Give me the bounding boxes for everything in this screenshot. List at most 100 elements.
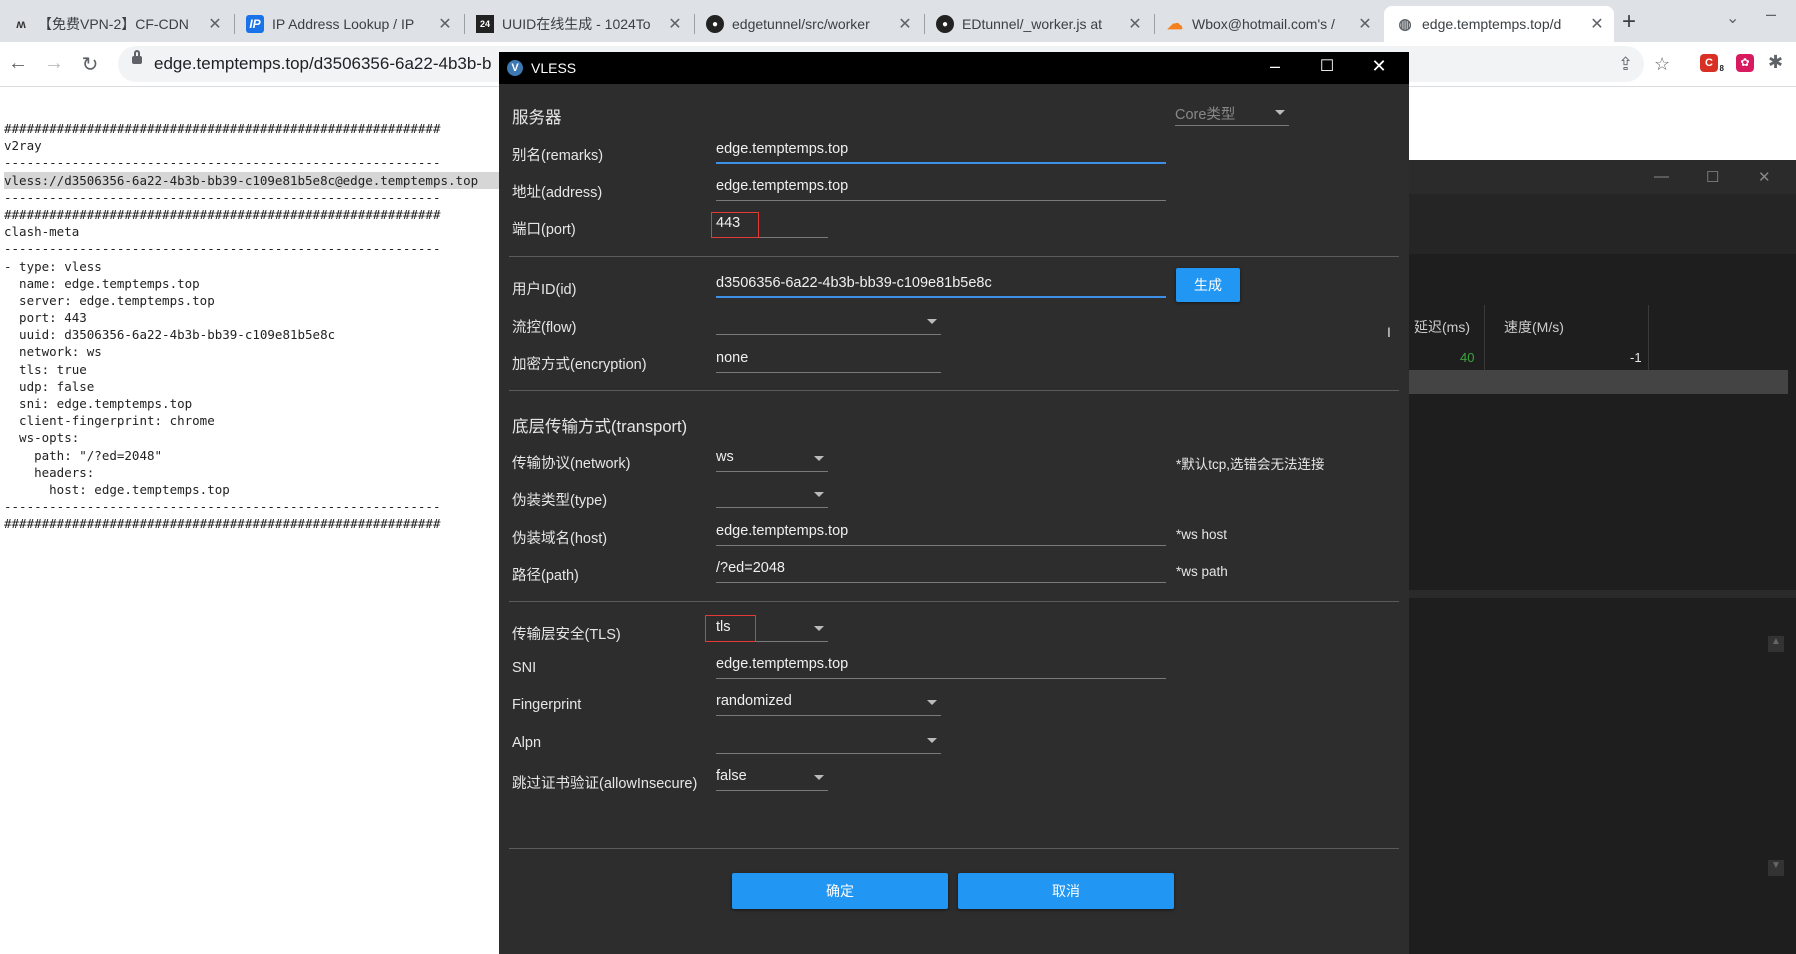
browser-tab[interactable]: 24 UUID在线生成 - 1024To ✕ [464, 6, 692, 42]
v2rayn-app-icon: V [507, 60, 523, 76]
address-label: 地址(address) [512, 185, 603, 201]
page-text-line: name: edge.temptemps.top [4, 275, 200, 291]
alpn-select[interactable] [716, 728, 941, 754]
host-field[interactable]: edge.temptemps.top [716, 520, 1166, 546]
core-type-placeholder: Core类型 [1175, 107, 1236, 123]
extension-icon[interactable]: ✿ [1736, 54, 1754, 72]
sni-field[interactable]: edge.temptemps.top [716, 653, 1166, 679]
browser-tab[interactable]: ☁ Wbox@hotmail.com's / ✕ [1154, 6, 1382, 42]
new-tab-icon[interactable]: + [1622, 8, 1636, 36]
annotation-highlight-box [711, 212, 759, 238]
dialog-title-bar: V VLESS – ☐ ✕ [499, 52, 1409, 84]
flow-select[interactable] [716, 309, 941, 335]
page-text-line: tls: true [4, 361, 87, 377]
globe-icon: ◍ [1398, 16, 1412, 33]
ok-button[interactable]: 确定 [732, 873, 948, 909]
close-icon[interactable]: ✕ [1364, 56, 1394, 77]
flow-label: 流控(flow) [512, 320, 577, 336]
close-tab-icon[interactable]: ✕ [1588, 14, 1606, 34]
close-tab-icon[interactable]: ✕ [896, 14, 914, 34]
divider [509, 601, 1399, 602]
network-hint: *默认tcp,选错会无法连接 [1176, 457, 1325, 472]
close-tab-icon[interactable]: ✕ [1126, 14, 1144, 34]
chevron-down-icon [814, 775, 824, 780]
minimize-icon[interactable]: – [1766, 4, 1776, 25]
allow-insecure-select[interactable]: false [716, 765, 828, 791]
page-text-line: vless://d3506356-6a22-4b3b-bb39-c109e81b… [4, 171, 500, 189]
path-field[interactable]: /?ed=2048 [716, 557, 1166, 583]
minimize-icon[interactable]: – [1260, 56, 1290, 77]
speed-column-header[interactable]: 速度(M/s) [1504, 317, 1564, 337]
page-text-line: ----------------------------------------… [4, 155, 441, 171]
tab-title: IP Address Lookup / IP [272, 16, 415, 32]
table-row[interactable]: 40 -1 [1408, 346, 1796, 370]
port-label: 端口(port) [512, 222, 576, 238]
address-field[interactable]: edge.temptemps.top [716, 175, 1166, 201]
share-icon[interactable]: ⇪ [1618, 54, 1633, 75]
cancel-button[interactable]: 取消 [958, 873, 1174, 909]
allow-insecure-value: false [716, 768, 747, 784]
forward-icon[interactable]: → [42, 52, 66, 75]
encryption-field[interactable]: none [716, 347, 941, 373]
fingerprint-label: Fingerprint [512, 697, 582, 713]
chevron-down-icon [814, 456, 824, 461]
maximize-icon[interactable]: ☐ [1706, 168, 1719, 186]
extension-icon[interactable]: C8 [1700, 54, 1724, 73]
tab-title: edgetunnel/src/worker [732, 16, 870, 32]
close-tab-icon[interactable]: ✕ [666, 14, 684, 34]
latency-column-header[interactable]: 延迟(ms) [1414, 317, 1470, 337]
close-tab-icon[interactable]: ✕ [1356, 14, 1374, 34]
page-text-line: ########################################… [4, 516, 441, 532]
chevron-down-icon [814, 492, 824, 497]
splitter[interactable] [1408, 590, 1796, 598]
page-text-line: - type: vless [4, 258, 102, 274]
scroll-up-icon[interactable]: ▲ [1768, 636, 1784, 652]
background-app-window: — ☐ ✕ 延迟(ms) 速度(M/s) 40 -1 ▲ ▼ [1408, 160, 1796, 954]
tab-title: Wbox@hotmail.com's / [1192, 16, 1335, 32]
url-text[interactable]: edge.temptemps.top/d3506356-6a22-4b3b-b [154, 54, 491, 74]
close-tab-icon[interactable]: ✕ [206, 14, 224, 34]
server-table-header: 延迟(ms) 速度(M/s) [1408, 308, 1796, 342]
tab-search-icon[interactable]: ⌄ [1726, 8, 1739, 28]
network-select[interactable]: ws [716, 446, 828, 472]
browser-tab-active[interactable]: ◍ edge.temptemps.top/d ✕ [1384, 6, 1614, 42]
browser-tab[interactable]: ● EDtunnel/_worker.js at ✕ [924, 6, 1152, 42]
divider [509, 256, 1399, 257]
page-text-line: client-fingerprint: chrome [4, 413, 215, 429]
user-id-field[interactable]: d3506356-6a22-4b3b-bb39-c109e81b5e8c [716, 272, 1166, 298]
chevron-down-icon [927, 738, 937, 743]
site-icon: ʍ [16, 17, 26, 31]
type-select[interactable] [716, 482, 828, 508]
host-label: 伪装域名(host) [512, 531, 608, 547]
tab-title: 【免费VPN-2】CF-CDN [38, 16, 189, 32]
minimize-icon[interactable]: — [1654, 168, 1669, 185]
browser-tab[interactable]: IP IP Address Lookup / IP ✕ [234, 6, 462, 42]
puzzle-extensions-icon[interactable]: ✱ [1768, 52, 1783, 73]
tls-label: 传输层安全(TLS) [512, 627, 621, 643]
divider [509, 390, 1399, 391]
scroll-down-icon[interactable]: ▼ [1768, 860, 1784, 876]
page-text-line: ws-opts: [4, 430, 80, 446]
close-tab-icon[interactable]: ✕ [436, 14, 454, 34]
close-icon[interactable]: ✕ [1758, 168, 1771, 186]
generate-uuid-button[interactable]: 生成 [1176, 268, 1240, 302]
type-label: 伪装类型(type) [512, 493, 608, 509]
browser-tab[interactable]: ● edgetunnel/src/worker ✕ [694, 6, 922, 42]
fingerprint-select[interactable]: randomized [716, 690, 941, 716]
bookmark-star-icon[interactable]: ☆ [1654, 54, 1670, 75]
allow-insecure-label: 跳过证书验证(allowInsecure) [512, 776, 698, 792]
browser-tab[interactable]: ʍ 【免费VPN-2】CF-CDN ✕ [0, 6, 232, 42]
page-text-line: network: ws [4, 344, 102, 360]
latency-value: 40 [1460, 350, 1475, 365]
remarks-field[interactable]: edge.temptemps.top [716, 138, 1166, 164]
network-label: 传输协议(network) [512, 456, 631, 472]
page-text-line: ----------------------------------------… [4, 189, 441, 205]
page-text-line: clash-meta [4, 224, 80, 240]
table-row-selected[interactable] [1408, 370, 1788, 394]
core-type-select[interactable]: Core类型 [1175, 100, 1289, 126]
maximize-icon[interactable]: ☐ [1312, 56, 1342, 76]
reload-icon[interactable]: ↻ [78, 52, 102, 77]
cloudflare-icon: ☁ [1167, 16, 1183, 33]
page-text-line: ########################################… [4, 121, 441, 136]
back-icon[interactable]: ← [6, 52, 30, 75]
